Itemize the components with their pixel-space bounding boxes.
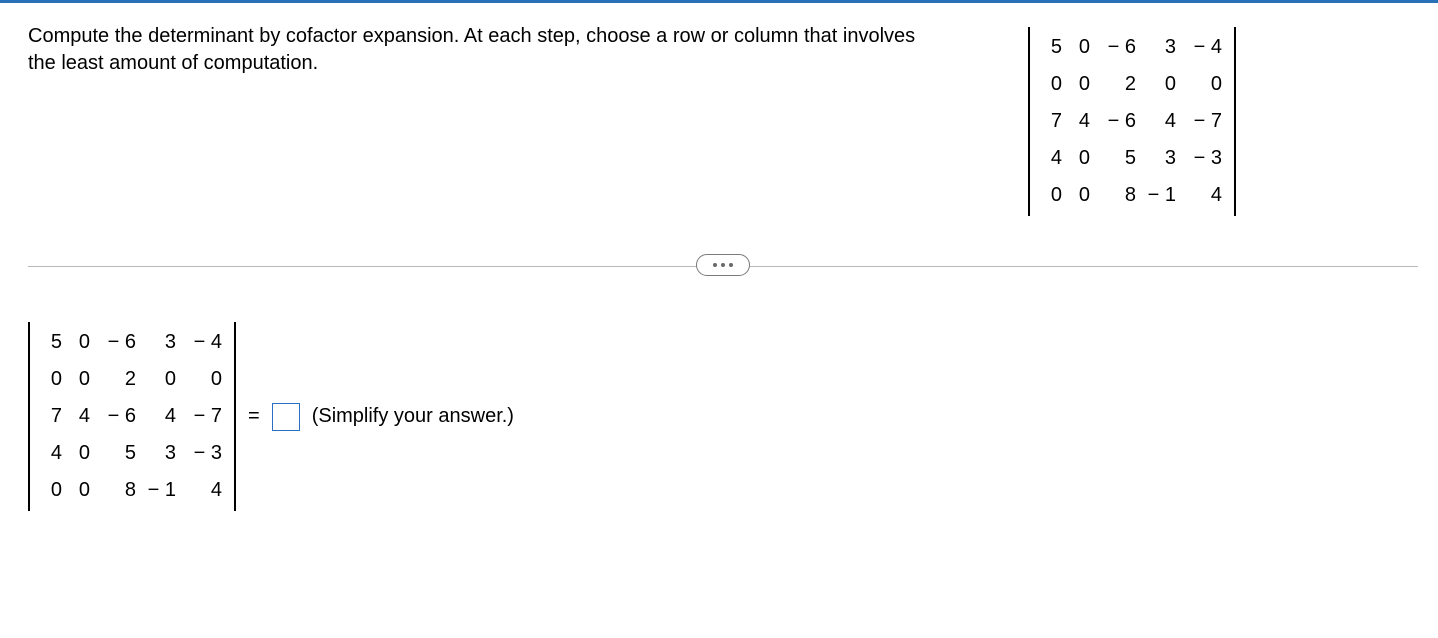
cell: − 6: [1094, 29, 1140, 66]
hint-text: (Simplify your answer.): [312, 405, 514, 428]
matrix-display: 5 0 − 6 3 − 4 0 0 2 0 0 7: [1028, 27, 1236, 216]
cell: 0: [66, 361, 94, 398]
cell: − 7: [1180, 103, 1226, 140]
cell: 5: [38, 324, 66, 361]
cell: 0: [180, 361, 226, 398]
cell: 0: [38, 472, 66, 509]
cell: − 4: [180, 324, 226, 361]
cell: 0: [1140, 66, 1180, 103]
ellipsis-icon: [729, 263, 733, 267]
cell: 4: [1140, 103, 1180, 140]
cell: 4: [1066, 103, 1094, 140]
cell: 4: [66, 398, 94, 435]
cell: 5: [94, 435, 140, 472]
cell: 4: [180, 472, 226, 509]
cell: − 6: [94, 324, 140, 361]
cell: 5: [1038, 29, 1066, 66]
cell: 4: [1038, 140, 1066, 177]
cell: 0: [140, 361, 180, 398]
cell: 0: [1066, 140, 1094, 177]
cell: − 7: [180, 398, 226, 435]
cell: 4: [1180, 177, 1226, 214]
cell: 0: [66, 472, 94, 509]
cell: 4: [140, 398, 180, 435]
cell: − 3: [1180, 140, 1226, 177]
cell: 0: [66, 324, 94, 361]
cell: 4: [38, 435, 66, 472]
cell: 5: [1094, 140, 1140, 177]
cell: 7: [38, 398, 66, 435]
cell: 2: [1094, 66, 1140, 103]
cell: 3: [140, 324, 180, 361]
cell: − 4: [1180, 29, 1226, 66]
cell: 0: [1038, 66, 1066, 103]
cell: 0: [1066, 29, 1094, 66]
cell: 8: [94, 472, 140, 509]
cell: 3: [140, 435, 180, 472]
cell: 8: [1094, 177, 1140, 214]
cell: 3: [1140, 140, 1180, 177]
cell: 2: [94, 361, 140, 398]
cell: 0: [1180, 66, 1226, 103]
expand-button[interactable]: [696, 254, 750, 276]
question-text: Compute the determinant by cofactor expa…: [28, 19, 948, 77]
cell: − 3: [180, 435, 226, 472]
equals-sign: =: [248, 405, 260, 428]
cell: − 1: [1140, 177, 1180, 214]
cell: − 6: [94, 398, 140, 435]
cell: 0: [38, 361, 66, 398]
cell: 0: [1066, 66, 1094, 103]
ellipsis-icon: [721, 263, 725, 267]
ellipsis-icon: [713, 263, 717, 267]
cell: − 6: [1094, 103, 1140, 140]
cell: 3: [1140, 29, 1180, 66]
cell: 0: [66, 435, 94, 472]
cell: 0: [1038, 177, 1066, 214]
matrix-answer-lhs: 5 0 − 6 3 − 4 0 0 2 0 0 7 4 − 6 4: [28, 322, 236, 511]
cell: 7: [1038, 103, 1066, 140]
cell: − 1: [140, 472, 180, 509]
answer-input[interactable]: [272, 403, 300, 431]
cell: 0: [1066, 177, 1094, 214]
